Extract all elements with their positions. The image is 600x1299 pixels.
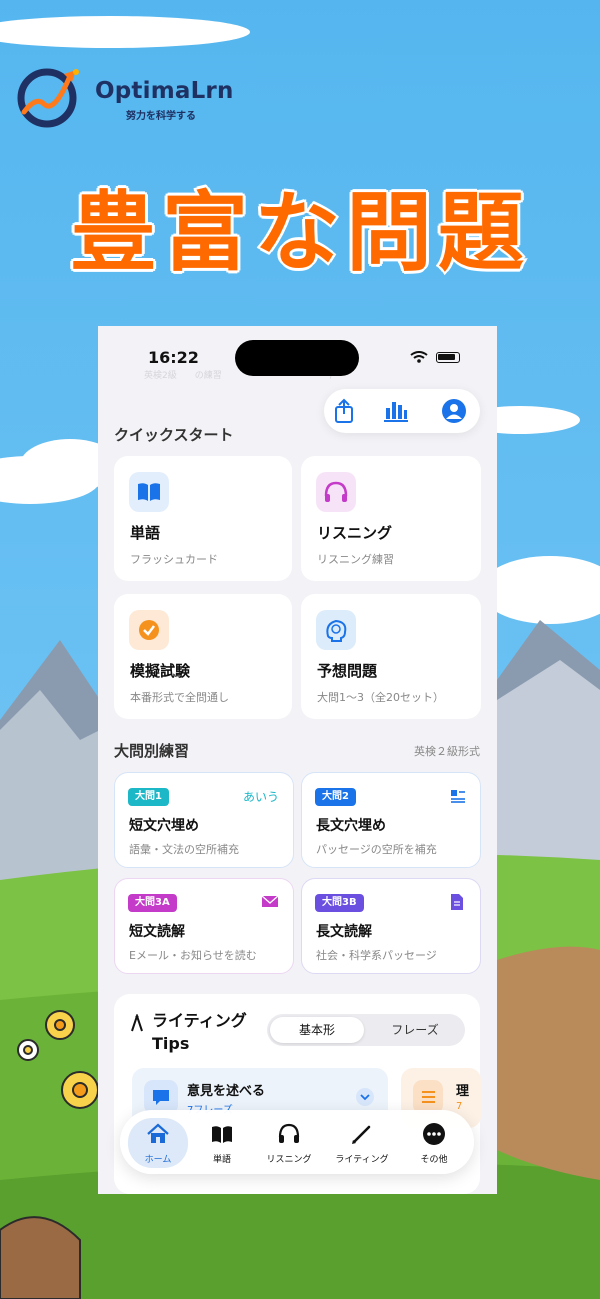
- quick-card-title: 模擬試験: [130, 662, 191, 680]
- speech-bubble-icon: [144, 1080, 178, 1114]
- brand-tagline: 努力を科学する: [126, 111, 196, 122]
- practice-card-title: 長文穴埋め: [316, 818, 386, 834]
- quick-card-title: 予想問題: [317, 662, 378, 680]
- practice-card-subtitle: 社会・科学系パッセージ: [316, 949, 437, 962]
- quick-card-subtitle: 大問1〜3（全20セット）: [317, 691, 444, 704]
- tab-more[interactable]: その他: [406, 1118, 462, 1168]
- tips-segmented-control: 基本形 フレーズ: [267, 1014, 465, 1046]
- segment-basic[interactable]: 基本形: [270, 1017, 364, 1043]
- tab-home[interactable]: ホーム: [128, 1118, 188, 1168]
- part-badge: 大問3B: [315, 894, 364, 912]
- tip-item-count: 7: [456, 1101, 463, 1112]
- chart-icon[interactable]: [382, 397, 410, 425]
- share-icon[interactable]: [330, 397, 358, 425]
- practice-card-title: 長文読解: [316, 924, 372, 940]
- practice-card-part2[interactable]: 大問2 長文穴埋め パッセージの空所を補充: [301, 772, 481, 868]
- practice-format-note: 英検２級形式: [414, 745, 480, 758]
- wifi-icon: [410, 351, 428, 363]
- part-badge: 大問2: [315, 788, 356, 806]
- segment-phrases[interactable]: フレーズ: [368, 1017, 462, 1043]
- chevron-down-icon[interactable]: [356, 1088, 374, 1106]
- document-icon: [451, 894, 463, 910]
- practice-card-title: 短文読解: [129, 924, 185, 940]
- headphones-icon: [278, 1123, 300, 1143]
- quick-card-title: 単語: [130, 524, 161, 542]
- headphones-icon: [316, 472, 356, 512]
- list-icon: [413, 1080, 443, 1114]
- brain-icon: [316, 610, 356, 650]
- writing-tips-title: ライティング Tips: [152, 1011, 247, 1053]
- practice-card-part3a[interactable]: 大問3A 短文読解 Eメール・お知らせを読む: [114, 878, 294, 974]
- tab-listening[interactable]: リスニング: [258, 1118, 320, 1168]
- tab-bar: ホーム 単語 リスニング ライティング その他: [120, 1110, 474, 1174]
- house-icon: [147, 1123, 169, 1143]
- compass-pen-icon: [131, 1014, 143, 1032]
- envelope-icon: [261, 895, 279, 907]
- quick-card-subtitle: リスニング練習: [317, 553, 394, 566]
- tab-label: 単語: [212, 1155, 231, 1165]
- tab-label: ホーム: [144, 1155, 172, 1165]
- quick-card-subtitle: 本番形式で全問通し: [130, 691, 229, 704]
- list-add-icon: [451, 790, 465, 803]
- checkmark-icon: [129, 610, 169, 650]
- quick-card-title: リスニング: [317, 524, 393, 542]
- tab-label: ライティング: [335, 1155, 389, 1165]
- tab-label: リスニング: [266, 1155, 312, 1165]
- tip-item-title: 意見を述べる: [187, 1084, 266, 1099]
- tip-item-title: 理: [456, 1084, 470, 1099]
- top-toolbar: [324, 389, 480, 433]
- book-icon: [212, 1126, 232, 1143]
- practice-card-subtitle: パッセージの空所を補充: [316, 843, 437, 856]
- book-icon: [129, 472, 169, 512]
- battery-icon: [436, 352, 460, 363]
- practice-title: 大問別練習: [114, 742, 190, 760]
- practice-card-title: 短文穴埋め: [129, 818, 199, 834]
- tab-writing[interactable]: ライティング: [326, 1118, 398, 1168]
- kana-hint: あいう: [242, 790, 279, 804]
- brand-logo: OptimaLrn 努力を科学する: [14, 66, 254, 130]
- part-badge: 大問1: [128, 788, 169, 806]
- practice-card-part3b[interactable]: 大問3B 長文読解 社会・科学系パッセージ: [301, 878, 481, 974]
- quick-card-subtitle: フラッシュカード: [130, 553, 218, 566]
- practice-card-part1[interactable]: 大問1 あいう 短文穴埋め 語彙・文法の空所補充: [114, 772, 294, 868]
- part-badge: 大問3A: [128, 894, 177, 912]
- quick-start-title: クイックスタート: [114, 426, 234, 444]
- pencil-icon: [352, 1125, 371, 1144]
- quick-card-prediction[interactable]: 予想問題 大問1〜3（全20セット）: [301, 594, 481, 719]
- quick-card-listening[interactable]: リスニング リスニング練習: [301, 456, 481, 581]
- profile-icon[interactable]: [440, 397, 468, 425]
- headline-title: 豊富な問題: [68, 181, 530, 285]
- quick-card-vocab[interactable]: 単語 フラッシュカード: [114, 456, 292, 581]
- brand-name: OptimaLrn: [95, 78, 234, 104]
- tab-label: その他: [420, 1155, 448, 1165]
- status-time: 16:22: [148, 348, 199, 367]
- practice-card-subtitle: Eメール・お知らせを読む: [129, 949, 257, 962]
- logo-mark-icon: [17, 68, 79, 128]
- practice-card-subtitle: 語彙・文法の空所補充: [129, 843, 239, 856]
- status-bar: 16:22 英検2級 の練習 /: [98, 326, 497, 386]
- dynamic-island: [235, 340, 359, 376]
- app-screen: 16:22 英検2級 の練習 / クイックスタート 単語 フラッシュカード リス…: [98, 326, 497, 1194]
- tab-vocab[interactable]: 単語: [196, 1118, 248, 1168]
- quick-card-mock-exam[interactable]: 模擬試験 本番形式で全問通し: [114, 594, 292, 719]
- more-icon: [423, 1123, 445, 1145]
